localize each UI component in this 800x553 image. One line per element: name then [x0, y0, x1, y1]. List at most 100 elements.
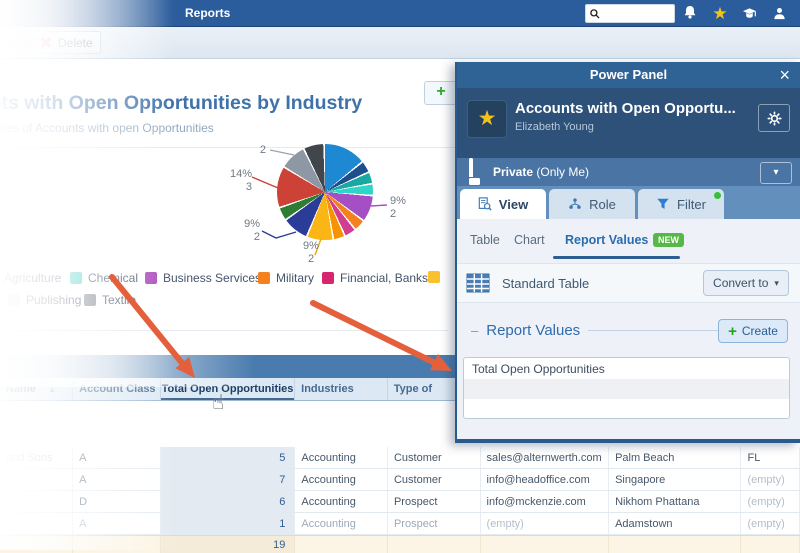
legend-item-financial-banks[interactable]: Financial, Banks	[322, 271, 428, 285]
report-subtitle: Industries of Accounts with open Opportu…	[0, 121, 214, 135]
cell: info@headoffice.com	[481, 469, 610, 490]
chart-legend-row-1: Agriculture Chemical Business Services Mili…	[0, 271, 455, 287]
hand-cursor-icon: ☝	[212, 392, 225, 414]
cell: (empty)	[481, 513, 610, 534]
table-row[interactable]: D 6 Accounting Prospect info@mckenzie.com Nik…	[0, 491, 800, 513]
legend-item-publishing[interactable]: Publishing	[8, 293, 81, 307]
table-row[interactable]: A 7 Accounting Customer info@headoffice.com S…	[0, 469, 800, 491]
legend-label: Textile	[102, 293, 137, 307]
cell: Prospect	[388, 513, 481, 534]
legend-item-textile[interactable]: Textile	[84, 293, 136, 307]
column-header-industries[interactable]: Industries	[295, 378, 388, 400]
legend-item-business-services[interactable]: Business Services	[145, 271, 261, 285]
pie-label-indigo: 9% 2	[244, 218, 260, 243]
cell: Singapore	[609, 469, 742, 490]
pie-label-gray: 2	[259, 144, 266, 156]
cell: 7	[160, 469, 296, 490]
search-input[interactable]	[601, 6, 671, 21]
create-report-value-button[interactable]: + Create	[718, 319, 788, 343]
subtab-report-values[interactable]: Report Values	[565, 233, 648, 247]
panel-report-name: Accounts with Open Opportu...	[515, 100, 736, 117]
pie-label-red: 14% 3	[230, 168, 253, 193]
tab-filter[interactable]: Filter	[638, 189, 724, 219]
column-header-total-open-opportunities[interactable]: Total Open Opportunities	[161, 378, 296, 400]
cell	[609, 536, 742, 553]
settings-gear-button[interactable]	[758, 104, 790, 132]
panel-tabstrip: View Role Filter	[457, 186, 800, 219]
legend-label: Publishing	[26, 293, 82, 307]
send-button[interactable]: Send	[6, 36, 34, 50]
tab-role[interactable]: Role	[549, 189, 635, 219]
search-box[interactable]	[585, 4, 675, 23]
cell: A	[73, 513, 161, 534]
role-org-icon	[569, 198, 581, 209]
legend-item[interactable]	[428, 271, 440, 283]
legend-swatch	[258, 272, 270, 284]
table-type-label: Standard Table	[502, 275, 590, 291]
close-icon[interactable]: ×	[779, 63, 790, 87]
table-grid-icon	[466, 273, 490, 293]
column-header-account-class[interactable]: Account Class	[73, 378, 161, 400]
cell: D	[73, 491, 161, 512]
panel-content: Table Chart Report Values NEW Standard T…	[457, 219, 800, 439]
column-header-name[interactable]: Name ▲	[0, 378, 74, 400]
legend-label: Agriculture	[4, 271, 62, 285]
legend-swatch	[8, 294, 20, 306]
cell	[0, 491, 74, 512]
cell	[388, 536, 481, 553]
legend-swatch	[70, 272, 82, 284]
summary-row[interactable]: 19	[0, 535, 800, 553]
learning-graduation-cap-icon[interactable]	[738, 3, 760, 23]
view-doc-icon	[478, 197, 492, 211]
cell: 19	[160, 536, 296, 553]
add-report-button[interactable]: +	[424, 81, 458, 105]
legend-item-military[interactable]: Military	[258, 271, 314, 285]
cell: Nikhom Phattana	[609, 491, 742, 512]
legend-label: Financial, Banks	[340, 271, 429, 285]
cell	[0, 513, 74, 534]
legend-swatch	[428, 271, 440, 283]
privacy-bar[interactable]: Private (Only Me) ▾	[457, 157, 800, 186]
user-profile-icon[interactable]	[768, 3, 790, 23]
table-row[interactable]: and Sons A 5 Accounting Customer sales@altern…	[0, 447, 800, 469]
cell: A	[73, 469, 161, 490]
pie-chart: 2 14% 3 9% 2 9% 2 9% 2	[230, 138, 460, 278]
list-empty-row	[464, 399, 789, 418]
table-body: and Sons A 5 Accounting Customer sales@altern…	[0, 447, 800, 553]
cell: Customer	[388, 469, 481, 490]
subtab-chart[interactable]: Chart	[514, 233, 545, 247]
favorite-star-tile[interactable]: ★	[467, 100, 507, 138]
table-row[interactable]: A 1 Accounting Prospect (empty) Adamstown (emp…	[0, 513, 800, 535]
cell	[295, 536, 388, 553]
report-value-item[interactable]: Total Open Opportunities	[464, 358, 789, 379]
legend-label: Business Services	[163, 271, 262, 285]
legend-swatch	[145, 272, 157, 284]
legend-label: Chemical	[88, 271, 139, 285]
cell: (empty)	[741, 491, 800, 512]
notifications-bell-icon[interactable]	[679, 3, 701, 23]
cell	[481, 536, 610, 553]
legend-item-chemical[interactable]: Chemical	[70, 271, 138, 285]
report-title: Accounts with Open Opportunities by Indu…	[0, 92, 363, 114]
search-icon	[590, 8, 600, 19]
active-subtab-underline	[553, 256, 680, 259]
legend-item-agriculture[interactable]: Agriculture	[0, 271, 61, 285]
cell	[0, 536, 74, 553]
power-panel: Power Panel × ★ Accounts with Open Oppor…	[455, 62, 800, 443]
delete-x-icon	[40, 37, 52, 48]
pie-graphic[interactable]	[277, 144, 373, 240]
cell: (empty)	[741, 513, 800, 534]
privacy-expand-button[interactable]: ▾	[760, 162, 792, 184]
convert-to-button[interactable]: Convert to ▾	[703, 270, 789, 296]
legend-swatch	[84, 294, 96, 306]
power-panel-titlebar: Power Panel ×	[457, 62, 800, 88]
tab-view[interactable]: View	[460, 189, 546, 219]
power-panel-title: Power Panel	[589, 67, 668, 82]
delete-button[interactable]: Delete	[31, 31, 101, 54]
cell: 6	[160, 491, 296, 512]
cell: Accounting	[295, 491, 388, 512]
pie-label-amber: 9% 2	[303, 240, 319, 265]
favorites-star-icon[interactable]: ★	[709, 3, 731, 23]
subtab-table[interactable]: Table	[470, 233, 500, 247]
cell: info@mckenzie.com	[481, 491, 610, 512]
